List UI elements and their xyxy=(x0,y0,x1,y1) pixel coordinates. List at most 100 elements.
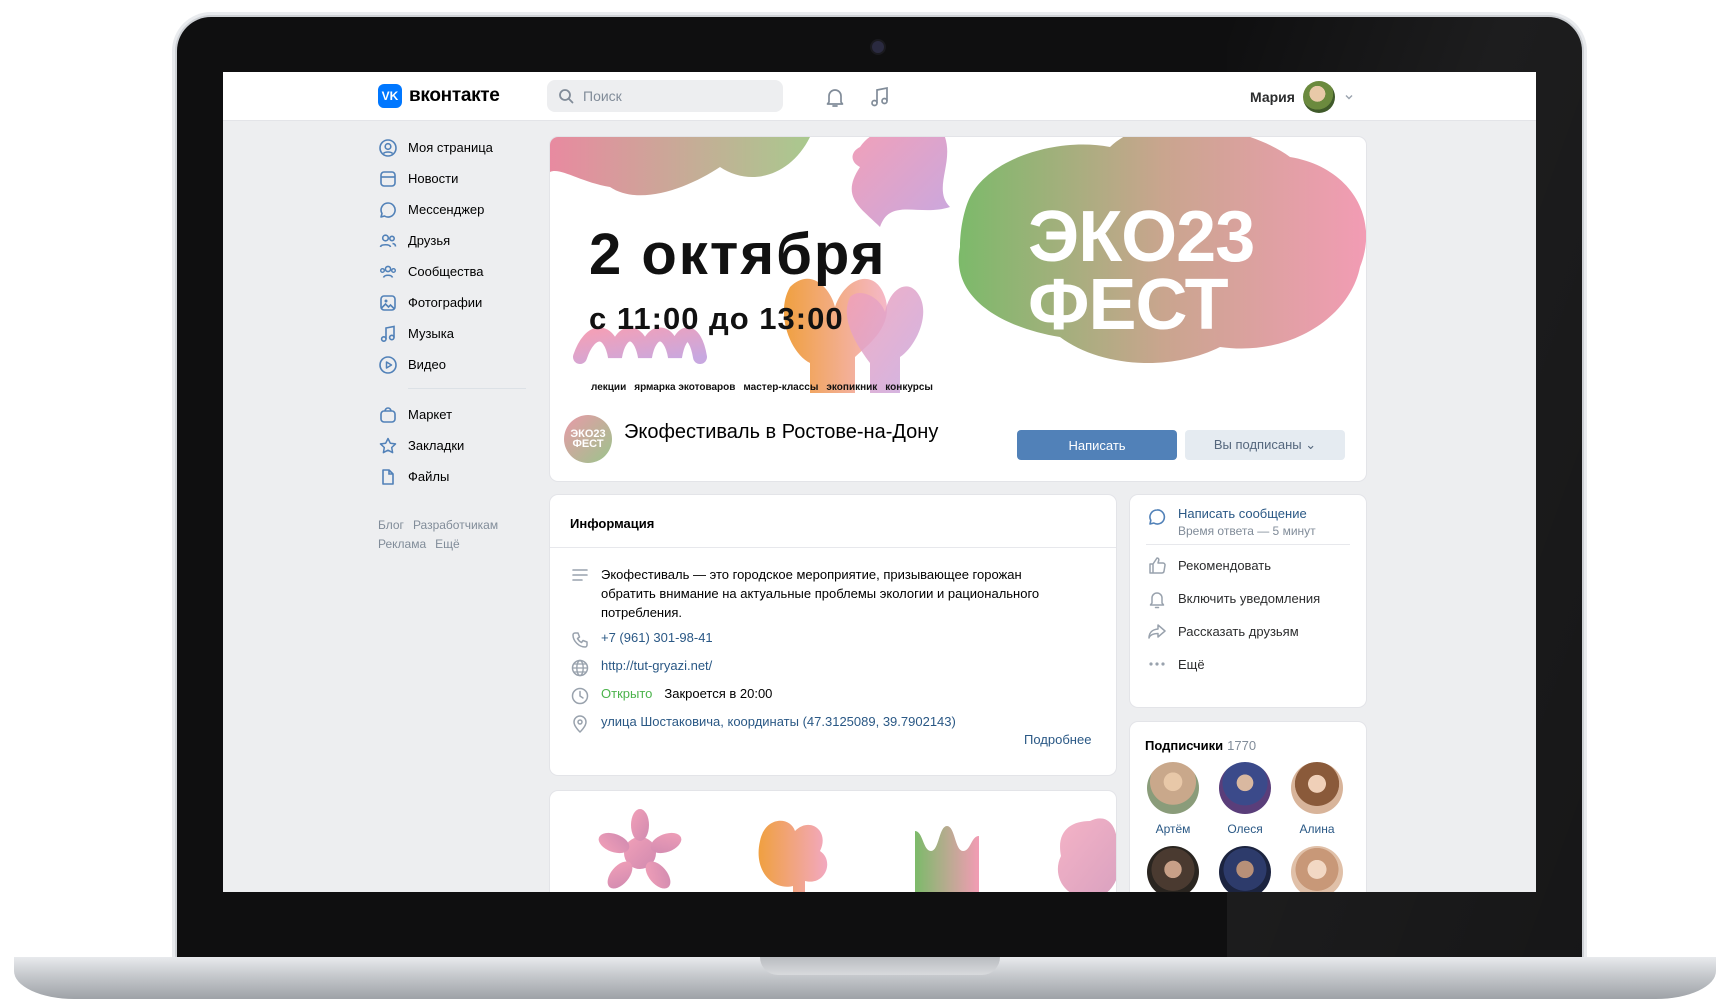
info-divider xyxy=(550,547,1116,548)
avatar xyxy=(1219,762,1271,814)
sidebar-item-label: Видео xyxy=(408,357,446,372)
communities-icon xyxy=(380,265,396,278)
subscriber[interactable] xyxy=(1286,846,1348,892)
search-input[interactable] xyxy=(581,87,775,105)
festival-logo-line1: ЭКО23 xyxy=(1028,197,1255,277)
sidebar-item-label: Сообщества xyxy=(408,264,484,279)
info-title: Информация xyxy=(570,516,655,531)
user-menu[interactable]: Мария xyxy=(1250,81,1355,113)
subscribed-label: Вы подписаны xyxy=(1213,437,1302,452)
more-label: Ещё xyxy=(1178,656,1205,672)
sidebar-item-files[interactable]: Файлы xyxy=(378,461,538,492)
sidebar-item-video[interactable]: Видео xyxy=(378,349,538,380)
clock-icon xyxy=(571,687,589,705)
avatar xyxy=(1291,762,1343,814)
info-website[interactable]: http://tut-gryazi.net/ xyxy=(601,658,712,673)
cover-date: 2 октября xyxy=(589,222,887,287)
info-hours-row: Открыто Закроется в 20:00 xyxy=(570,686,772,706)
footer-link-more[interactable]: Ещё xyxy=(435,537,460,551)
subscriber-name: Артём xyxy=(1155,822,1191,836)
sidebar-item-label: Маркет xyxy=(408,407,453,422)
subscribers-title[interactable]: Подписчики 1770 xyxy=(1145,738,1256,753)
group-header-row: ЭКО23 ФЕСТ Экофестиваль в Ростове-на-Дон… xyxy=(550,393,1366,481)
globe-icon xyxy=(571,659,589,677)
sidebar-item-my-page[interactable]: Моя страница xyxy=(378,132,538,163)
group-cover-card: 2 октября с 11:00 до 13:00 лекции ярмарк… xyxy=(550,137,1366,481)
vk-logo[interactable]: VK вконтакте xyxy=(378,84,500,108)
search-box[interactable] xyxy=(547,80,783,112)
cover-tag: ярмарка экотоваров xyxy=(634,382,736,393)
phone-icon xyxy=(572,632,588,648)
sidebar-item-label: Закладки xyxy=(408,438,465,453)
sidebar-footer: Блог Разработчикам Реклама Ещё xyxy=(378,516,538,554)
market-icon xyxy=(380,406,396,423)
chevron-down-icon xyxy=(1345,95,1353,100)
avatar xyxy=(1219,846,1271,892)
sidebar-item-communities[interactable]: Сообщества xyxy=(378,256,538,287)
video-icon xyxy=(379,355,397,374)
share-arrow-icon xyxy=(1148,624,1166,639)
post-card xyxy=(550,791,1116,892)
text-lines-icon xyxy=(572,569,588,581)
subscribed-button[interactable]: Вы подписаны ⌄ xyxy=(1185,430,1345,460)
thumbs-up-icon xyxy=(1149,557,1166,574)
cover-time: с 11:00 до 13:00 xyxy=(589,301,844,336)
sidebar-item-market[interactable]: Маркет xyxy=(378,399,538,430)
messenger-icon xyxy=(380,201,396,218)
recommend-label: Рекомендовать xyxy=(1178,557,1271,573)
bookmark-icon xyxy=(379,437,397,453)
subscriber[interactable] xyxy=(1142,846,1204,892)
search-icon xyxy=(559,89,574,104)
write-message-action[interactable]: Написать сообщение Время ответа — 5 мину… xyxy=(1146,506,1316,538)
group-name: Экофестиваль в Ростове-на-Дону xyxy=(624,421,939,443)
share-action[interactable]: Рассказать друзьям xyxy=(1146,620,1299,642)
user-name: Мария xyxy=(1250,89,1295,105)
subscriber[interactable] xyxy=(1214,846,1276,892)
cover-tags: лекции ярмарка экотоваров мастер-классы … xyxy=(591,382,933,393)
subscriber[interactable]: Артём xyxy=(1142,762,1204,836)
sidebar-item-photos[interactable]: Фотографии xyxy=(378,287,538,318)
cover-tag: экопикник xyxy=(826,382,878,393)
notifications-action[interactable]: Включить уведомления xyxy=(1146,587,1320,609)
closing-time: Закроется в 20:00 xyxy=(664,686,773,701)
top-bar: VK вконтакте Мария xyxy=(223,72,1536,121)
subscriber[interactable]: Олеся xyxy=(1214,762,1276,836)
footer-link-blog[interactable]: Блог xyxy=(378,518,404,532)
profile-icon xyxy=(379,138,397,157)
music-icon[interactable] xyxy=(868,85,892,109)
footer-link-developers[interactable]: Разработчикам xyxy=(413,518,498,532)
sidebar-item-friends[interactable]: Друзья xyxy=(378,225,538,256)
sidebar-item-news[interactable]: Новости xyxy=(378,163,538,194)
info-more-link[interactable]: Подробнее xyxy=(1024,732,1091,747)
vk-logo-icon: VK xyxy=(378,84,402,108)
sidebar-item-bookmarks[interactable]: Закладки xyxy=(378,430,538,461)
avatar xyxy=(1302,81,1335,113)
more-dots-icon xyxy=(1149,662,1165,666)
avatar xyxy=(1147,762,1199,814)
files-icon xyxy=(382,468,394,485)
sidebar-item-label: Музыка xyxy=(408,326,454,341)
info-description-row: Экофестиваль — это городское мероприятие… xyxy=(570,565,1061,622)
info-website-row: http://tut-gryazi.net/ xyxy=(570,658,712,678)
chevron-down-icon: ⌄ xyxy=(1305,437,1317,452)
footer-link-ads[interactable]: Реклама xyxy=(378,537,426,551)
write-button[interactable]: Написать xyxy=(1017,430,1177,460)
friends-icon xyxy=(379,233,397,247)
group-avatar[interactable]: ЭКО23 ФЕСТ xyxy=(564,415,612,463)
sidebar-divider xyxy=(408,388,526,389)
festival-logo: ЭКО23 ФЕСТ xyxy=(1028,197,1255,341)
bell-icon[interactable] xyxy=(823,85,847,109)
info-address[interactable]: улица Шостаковича, координаты (47.312508… xyxy=(601,714,956,729)
subscriber[interactable]: Алина xyxy=(1286,762,1348,836)
sidebar-item-messenger[interactable]: Мессенджер xyxy=(378,194,538,225)
info-phone[interactable]: +7 (961) 301-98-41 xyxy=(601,630,713,645)
sidebar: Моя страница Новости Мессенджер Друзья С… xyxy=(378,132,538,554)
sidebar-item-music[interactable]: Музыка xyxy=(378,318,538,349)
subscribers-card: Подписчики 1770 Артём Олеся Алина xyxy=(1130,722,1366,892)
avatar xyxy=(1147,846,1199,892)
location-pin-icon xyxy=(573,715,587,734)
actions-divider xyxy=(1146,544,1350,545)
more-action[interactable]: Ещё xyxy=(1146,653,1205,675)
recommend-action[interactable]: Рекомендовать xyxy=(1146,554,1271,576)
news-icon xyxy=(380,170,396,187)
